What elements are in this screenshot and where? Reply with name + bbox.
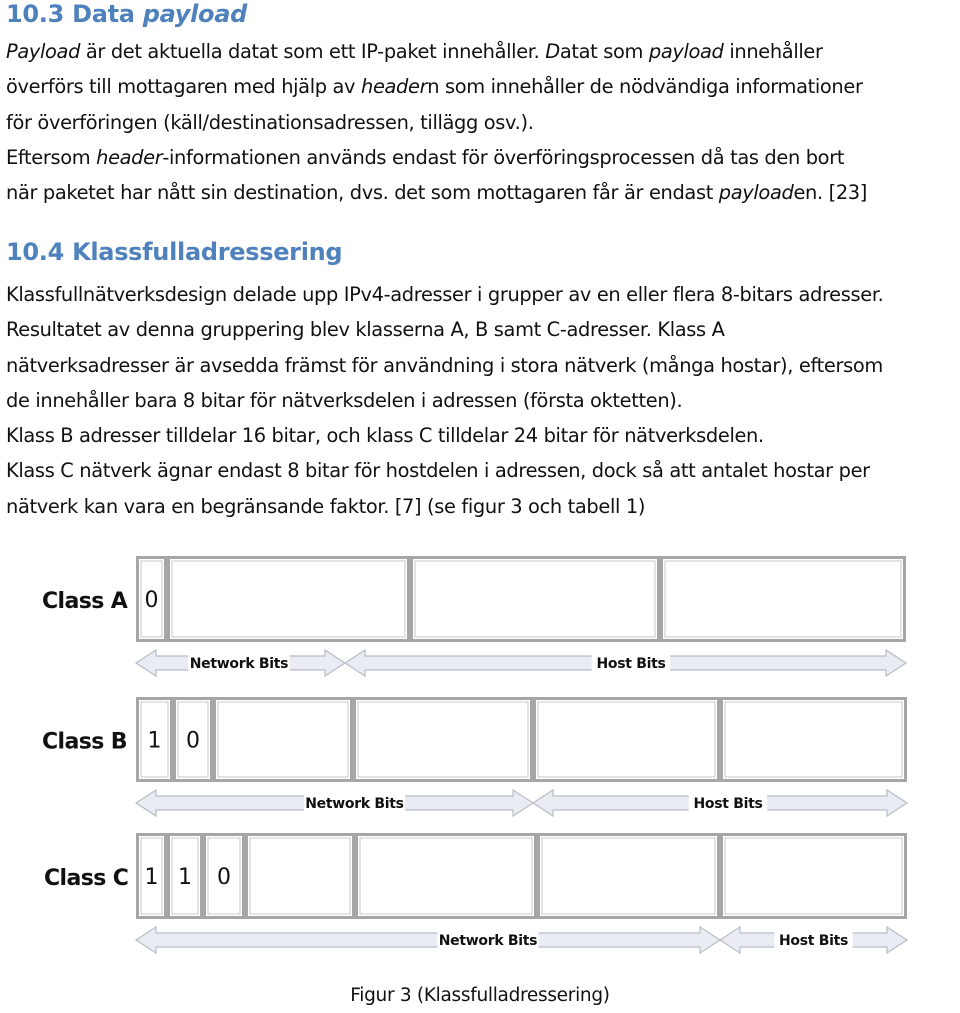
text-run: överförs till mottagaren med hjälp av xyxy=(6,75,361,99)
text-line: Klassfullnätverksdesign delade upp IPv4-… xyxy=(6,277,960,312)
italic-run: payload xyxy=(718,181,794,205)
text-line: Klass B adresser tilldelar 16 bitar, och… xyxy=(6,418,960,453)
octet-cell xyxy=(410,556,660,642)
text-run: Klassfullnätverksdesign delade upp IPv4-… xyxy=(6,283,884,306)
text-run: Resultatet av denna gruppering blev klas… xyxy=(6,318,725,342)
italic-run: Payload xyxy=(6,40,81,63)
text-run: en. [23] xyxy=(793,181,868,205)
network-bits-arrow xyxy=(134,925,722,955)
network-bits-label: Network Bits xyxy=(439,933,537,949)
heading-number: 10.3 xyxy=(6,0,65,28)
host-bits-label: Host Bits xyxy=(779,933,848,949)
bit-value: 0 xyxy=(145,588,159,613)
text-line: Eftersom header-informationen används en… xyxy=(6,140,960,175)
octet-cell xyxy=(720,697,907,782)
classful-addressing-figure: Class A 0Network Bits Host BitsClass B 1 0Ne… xyxy=(42,556,909,955)
text-run: nätverksadresser är avsedda främst för a… xyxy=(6,353,883,377)
italic-run: payload xyxy=(648,40,724,63)
text-line: Resultatet av denna gruppering blev klas… xyxy=(6,312,960,347)
class-label: Class B xyxy=(42,730,127,755)
network-bits-label: Network Bits xyxy=(305,796,403,812)
italic-run: header xyxy=(361,75,428,99)
text-run: Klass B adresser tilldelar 16 bitar, och… xyxy=(6,424,764,448)
octet-cell xyxy=(245,833,355,919)
text-line: Klass C nätverk ägnar endast 8 bitar för… xyxy=(6,453,960,488)
text-line: nätverksadresser är avsedda främst för a… xyxy=(6,348,960,383)
host-bits-label: Host Bits xyxy=(596,656,665,672)
octet-cell xyxy=(213,697,353,782)
text-run: Eftersom xyxy=(6,145,97,169)
italic-run: D xyxy=(545,40,560,63)
octet-cell xyxy=(353,697,533,782)
octet-cell xyxy=(533,697,720,782)
text-line: för överföringen (käll/destinationsadres… xyxy=(6,105,960,140)
octet-cell xyxy=(355,833,537,919)
text-run: de innehåller bara 8 bitar för nätverksd… xyxy=(6,388,683,412)
paragraph-data-payload: Payload är det aktuella datat som ett IP… xyxy=(6,34,960,210)
text-line: överförs till mottagaren med hjälp av he… xyxy=(6,69,960,104)
section-heading-10-3: 10.3 Data payload xyxy=(6,0,247,28)
bit-value: 1 xyxy=(148,729,162,754)
paragraph-klassfulladressering: Klassfullnätverksdesign delade upp IPv4-… xyxy=(6,277,960,524)
text-run: är det aktuella datat som ett IP-paket i… xyxy=(80,40,546,63)
bit-value: 0 xyxy=(186,729,200,754)
text-run: -informationen används endast för överfö… xyxy=(162,145,845,169)
text-run: n som innehåller de nödvändiga informati… xyxy=(427,75,863,99)
octet-cell xyxy=(660,556,906,642)
bit-value: 0 xyxy=(217,865,231,890)
text-run: när paketet har nått sin destination, dv… xyxy=(6,181,719,205)
heading-title-italic: payload xyxy=(142,0,248,28)
italic-run: header xyxy=(96,145,163,169)
text-run: Klass C nätverk ägnar endast 8 bitar för… xyxy=(6,459,870,483)
class-label: Class C xyxy=(44,866,128,891)
figure-caption: Figur 3 (Klassfulladressering) xyxy=(350,985,610,1006)
text-line: Payload är det aktuella datat som ett IP… xyxy=(6,34,960,69)
text-run: innehåller xyxy=(723,40,823,63)
text-line: de innehåller bara 8 bitar för nätverksd… xyxy=(6,383,960,418)
heading-title-plain: Data xyxy=(72,0,135,28)
section-heading-10-4: 10.4 Klassfulladressering xyxy=(6,238,343,266)
octet-cell xyxy=(167,556,410,642)
text-run: för överföringen (käll/destinationsadres… xyxy=(6,110,534,134)
text-line: nätverk kan vara en begränsande faktor. … xyxy=(6,489,960,524)
text-run: nätverk kan vara en begränsande faktor. … xyxy=(6,494,646,518)
text-run: atat som xyxy=(559,40,649,63)
host-bits-label: Host Bits xyxy=(693,796,762,812)
octet-cell xyxy=(720,833,907,919)
bit-value: 1 xyxy=(145,865,159,890)
network-bits-label: Network Bits xyxy=(190,656,288,672)
class-label: Class A xyxy=(42,589,128,614)
text-line: när paketet har nått sin destination, dv… xyxy=(6,175,960,210)
octet-cell xyxy=(537,833,720,919)
bit-value: 1 xyxy=(178,865,192,890)
